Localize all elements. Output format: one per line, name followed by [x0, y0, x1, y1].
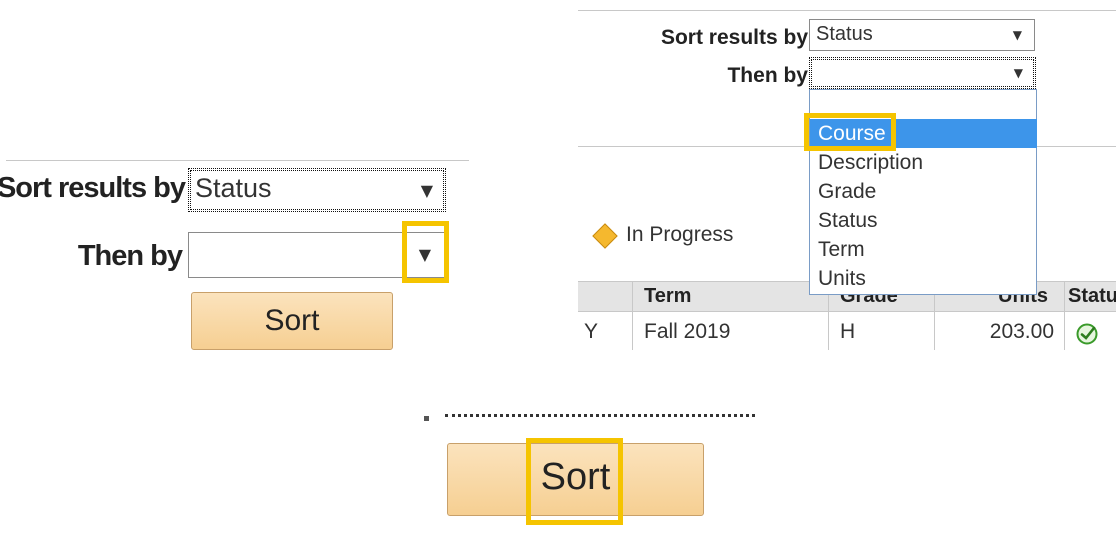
- table-row: Y Fall 2019 H 203.00: [578, 312, 1116, 350]
- sort-results-by-value: Status: [816, 23, 873, 45]
- diamond-icon: [592, 223, 618, 249]
- dropdown-option-status[interactable]: Status: [810, 206, 1037, 235]
- sort-results-by-label: Sort results by: [0, 172, 186, 204]
- left-panel: Sort results by Status ▼ Then by ▼ Sort: [0, 0, 470, 350]
- then-by-select[interactable]: ▼: [809, 57, 1036, 89]
- cell-units: 203.00: [989, 320, 1054, 343]
- column-header-status[interactable]: Status: [1068, 285, 1116, 308]
- focus-outline-dotted: [445, 414, 755, 417]
- bottom-panel: Sort: [400, 400, 760, 534]
- column-header-term[interactable]: Term: [644, 285, 691, 308]
- sort-button[interactable]: Sort: [191, 292, 393, 350]
- check-circle-icon: [1076, 323, 1098, 345]
- sort-results-by-label: Sort results by: [660, 26, 808, 49]
- then-by-label: Then by: [77, 240, 183, 272]
- top-divider-line: [578, 10, 1116, 11]
- dropdown-option-grade[interactable]: Grade: [810, 177, 1037, 206]
- dropdown-option-term[interactable]: Term: [810, 235, 1037, 264]
- highlight-box: [402, 221, 449, 283]
- sort-results-by-value: Status: [195, 173, 272, 203]
- divider-line: [6, 160, 469, 161]
- dropdown-option-units[interactable]: Units: [810, 264, 1037, 293]
- sort-results-by-select[interactable]: Status ▼: [809, 19, 1035, 51]
- chevron-down-icon[interactable]: ▼: [1013, 28, 1022, 42]
- chevron-down-icon[interactable]: ▼: [1014, 66, 1023, 80]
- sort-results-by-select[interactable]: Status ▼: [188, 168, 446, 212]
- cell-first: Y: [584, 320, 599, 343]
- chevron-down-icon[interactable]: ▼: [421, 181, 433, 200]
- right-panel: Sort results by Status ▼ Then by ▼ In Pr…: [578, 0, 1116, 350]
- cell-grade: H: [840, 320, 856, 343]
- bullet-mark: [424, 416, 429, 421]
- highlight-box: [526, 438, 623, 525]
- dropdown-option-description[interactable]: Description: [810, 148, 1037, 177]
- highlight-box: [804, 113, 896, 151]
- cell-term: Fall 2019: [644, 320, 731, 343]
- then-by-label: Then by: [727, 64, 808, 87]
- legend-in-progress: In Progress: [626, 223, 734, 246]
